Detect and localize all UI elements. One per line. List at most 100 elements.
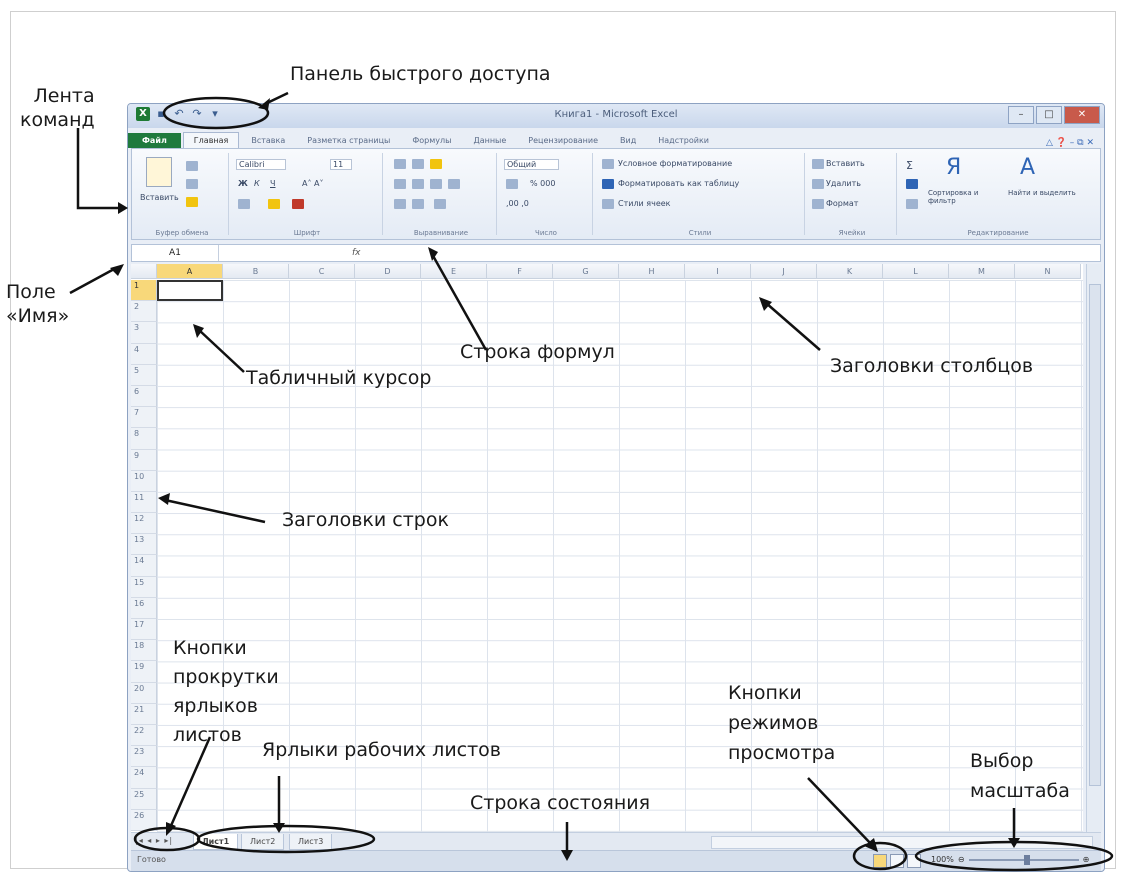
- decimal-icon[interactable]: ,00 ,0: [506, 199, 529, 208]
- column-header[interactable]: F: [487, 264, 553, 279]
- wrap-text-icon[interactable]: [430, 159, 442, 169]
- page-layout-view-button[interactable]: [890, 854, 904, 868]
- fx-icon[interactable]: fx: [352, 245, 361, 261]
- cell-styles-icon[interactable]: [602, 199, 614, 209]
- align-center-icon[interactable]: [412, 179, 424, 189]
- insert-cells-button[interactable]: Вставить: [826, 159, 865, 168]
- cell-styles-button[interactable]: Стили ячеек: [618, 199, 671, 208]
- format-cells-button[interactable]: Формат: [826, 199, 858, 208]
- column-header[interactable]: D: [355, 264, 421, 279]
- sheet-tab-2[interactable]: Лист2: [241, 834, 285, 850]
- tab-insert[interactable]: Вставка: [241, 133, 295, 148]
- row-header[interactable]: 21: [131, 703, 157, 725]
- currency-icon[interactable]: [506, 179, 518, 189]
- row-header[interactable]: 24: [131, 767, 157, 789]
- row-header[interactable]: 10: [131, 470, 157, 492]
- row-header[interactable]: 22: [131, 724, 157, 747]
- horizontal-scrollbar[interactable]: [711, 836, 1093, 849]
- autosum-icon[interactable]: Σ: [906, 159, 913, 172]
- row-header[interactable]: 9: [131, 449, 157, 471]
- row-header[interactable]: 5: [131, 364, 157, 386]
- row-header[interactable]: 2: [131, 301, 157, 323]
- minimize-button[interactable]: –: [1008, 106, 1034, 124]
- zoom-slider[interactable]: [968, 854, 1079, 865]
- row-header[interactable]: 25: [131, 788, 157, 810]
- align-left-icon[interactable]: [394, 179, 406, 189]
- cut-icon[interactable]: [186, 161, 198, 171]
- zoom-in-button[interactable]: ⊕: [1083, 855, 1090, 864]
- bold-icon[interactable]: Ж: [238, 179, 248, 188]
- borders-icon[interactable]: [238, 199, 250, 209]
- tab-file[interactable]: Файл: [128, 133, 181, 148]
- format-table-button[interactable]: Форматировать как таблицу: [618, 179, 739, 188]
- number-format-select[interactable]: Общий: [504, 159, 560, 170]
- tab-view[interactable]: Вид: [610, 133, 646, 148]
- row-header[interactable]: 4: [131, 343, 157, 365]
- underline-icon[interactable]: Ч: [270, 179, 275, 188]
- tab-addins[interactable]: Надстройки: [648, 133, 719, 148]
- column-header[interactable]: I: [685, 264, 751, 279]
- table-cursor[interactable]: [157, 280, 223, 301]
- cond-format-icon[interactable]: [602, 159, 614, 169]
- align-middle-icon[interactable]: [412, 159, 424, 169]
- sheet-scroll-buttons[interactable]: |◂ ◂ ▸ ▸|: [135, 836, 173, 845]
- cond-format-button[interactable]: Условное форматирование: [618, 159, 732, 168]
- find-select-icon[interactable]: A: [1020, 155, 1035, 180]
- help-icon[interactable]: △ ❓ – ⧉ ✕: [1046, 138, 1104, 148]
- normal-view-button[interactable]: [873, 854, 887, 868]
- font-grow-icon[interactable]: A˄ A˅: [302, 179, 324, 188]
- merge-icon[interactable]: [448, 179, 460, 189]
- fill-icon[interactable]: [906, 179, 918, 189]
- row-header[interactable]: 16: [131, 597, 157, 619]
- row-header[interactable]: 15: [131, 576, 157, 598]
- column-header[interactable]: N: [1015, 264, 1081, 279]
- italic-icon[interactable]: К: [254, 179, 260, 188]
- column-header[interactable]: K: [817, 264, 883, 279]
- column-header[interactable]: C: [289, 264, 355, 279]
- row-header[interactable]: 13: [131, 534, 157, 556]
- find-select-button[interactable]: Найти и выделить: [1008, 189, 1078, 197]
- row-header[interactable]: 19: [131, 661, 157, 683]
- font-color-icon[interactable]: [292, 199, 304, 209]
- paste-icon[interactable]: [146, 157, 172, 187]
- indent-decrease-icon[interactable]: [394, 199, 406, 209]
- tab-home[interactable]: Главная: [182, 132, 240, 148]
- sheet-tab-1[interactable]: Лист1: [193, 834, 239, 850]
- column-header[interactable]: H: [619, 264, 685, 279]
- font-size-select[interactable]: 11: [330, 159, 353, 170]
- vertical-scroll-thumb[interactable]: [1089, 284, 1101, 786]
- delete-cells-button[interactable]: Удалить: [826, 179, 861, 188]
- page-break-view-button[interactable]: [907, 854, 921, 868]
- tab-formulas[interactable]: Формулы: [402, 133, 461, 148]
- paste-button[interactable]: Вставить: [140, 193, 179, 202]
- fill-color-icon[interactable]: [268, 199, 280, 209]
- select-all-corner[interactable]: [131, 264, 157, 279]
- tab-review[interactable]: Рецензирование: [518, 133, 608, 148]
- name-box[interactable]: A1: [132, 245, 219, 261]
- percent-icon[interactable]: % 000: [530, 179, 555, 188]
- column-header[interactable]: A: [157, 264, 223, 279]
- font-name-select[interactable]: Calibri: [236, 159, 286, 170]
- column-header[interactable]: L: [883, 264, 949, 279]
- sheet-tab-3[interactable]: Лист3: [289, 834, 333, 850]
- row-header[interactable]: 8: [131, 428, 157, 450]
- row-header[interactable]: 3: [131, 322, 157, 344]
- row-header[interactable]: 23: [131, 746, 157, 768]
- copy-icon[interactable]: [186, 179, 198, 189]
- format-painter-icon[interactable]: [186, 197, 198, 207]
- column-header[interactable]: G: [553, 264, 619, 279]
- align-top-icon[interactable]: [394, 159, 406, 169]
- column-header[interactable]: M: [949, 264, 1015, 279]
- row-header[interactable]: 20: [131, 682, 157, 704]
- close-button[interactable]: ✕: [1064, 106, 1100, 124]
- zoom-out-button[interactable]: ⊖: [958, 855, 965, 864]
- orientation-icon[interactable]: [434, 199, 446, 209]
- sort-filter-icon[interactable]: Я: [946, 155, 961, 180]
- row-header[interactable]: 17: [131, 619, 157, 641]
- zoom-level[interactable]: 100%: [931, 855, 954, 864]
- format-table-icon[interactable]: [602, 179, 614, 189]
- align-right-icon[interactable]: [430, 179, 442, 189]
- indent-increase-icon[interactable]: [412, 199, 424, 209]
- row-header[interactable]: 1: [131, 280, 157, 302]
- tab-data[interactable]: Данные: [463, 133, 516, 148]
